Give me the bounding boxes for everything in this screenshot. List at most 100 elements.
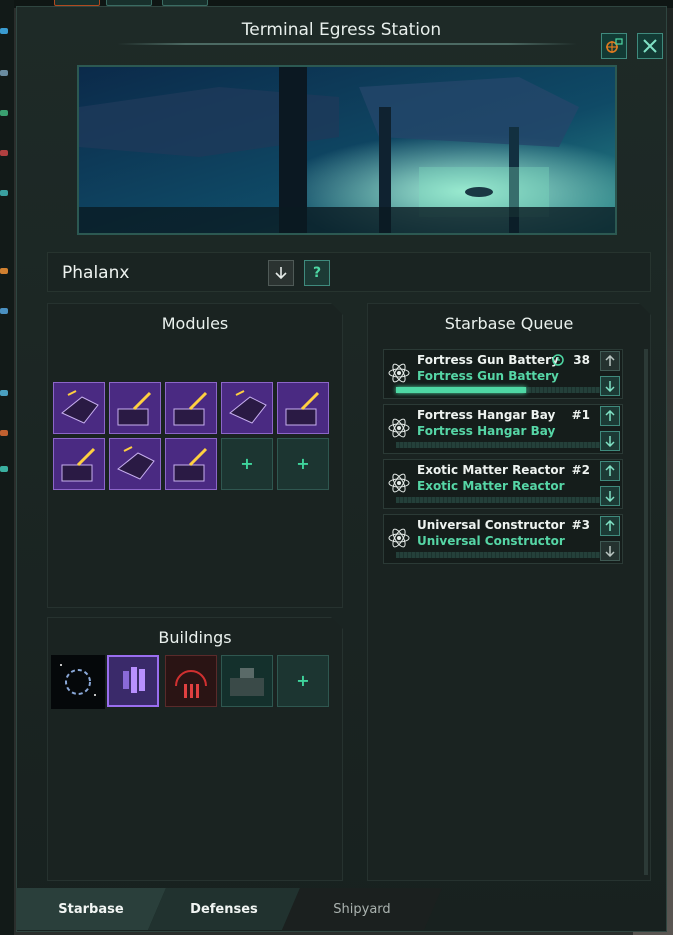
hangar-module-icon: [222, 383, 272, 433]
outliner-icon[interactable]: [0, 466, 8, 472]
modules-title: Modules: [161, 314, 229, 333]
outliner-icon[interactable]: [0, 28, 8, 34]
buildings-title: Buildings: [158, 628, 232, 647]
fleet-command-building-icon: [109, 657, 157, 705]
module-slot[interactable]: [165, 382, 217, 434]
hangar-module-icon: [110, 439, 160, 489]
add-building-icon: +: [296, 671, 310, 690]
starbase-banner-image: [77, 65, 617, 235]
left-outliner-strip: [0, 0, 14, 935]
move-down-button[interactable]: [600, 431, 620, 451]
module-slot[interactable]: [53, 382, 105, 434]
close-icon: [643, 39, 657, 53]
building-slot[interactable]: [221, 655, 273, 707]
gun-battery-module-icon: [110, 383, 160, 433]
atom-icon: [388, 472, 410, 494]
queue-progress-bar: [396, 497, 606, 503]
module-slot[interactable]: [109, 438, 161, 490]
empty-module-slot[interactable]: +: [221, 438, 273, 490]
arrow-up-icon: [605, 355, 615, 367]
queue-item-position: #2: [571, 463, 590, 477]
downgrade-button[interactable]: [268, 260, 294, 286]
add-module-icon: +: [296, 454, 310, 473]
move-down-button[interactable]: [600, 541, 620, 561]
building-slot[interactable]: [107, 655, 159, 707]
queue-item-position: #1: [571, 408, 590, 422]
tab-shipyard[interactable]: Shipyard: [282, 888, 442, 930]
queue-progress-bar: [396, 552, 606, 558]
module-slot[interactable]: [53, 438, 105, 490]
modules-panel: Modules + +: [47, 303, 343, 608]
gun-battery-module-icon: [166, 439, 216, 489]
queue-item-days: 38: [573, 353, 590, 367]
move-down-button[interactable]: [600, 376, 620, 396]
queue-item-name: Exotic Matter Reactor: [417, 463, 565, 477]
gun-battery-module-icon: [278, 383, 328, 433]
tab-starbase[interactable]: Starbase: [16, 888, 166, 930]
atom-icon: [388, 362, 410, 384]
help-button[interactable]: ?: [304, 260, 330, 286]
outliner-icon[interactable]: [0, 110, 8, 116]
arrow-down-icon: [605, 380, 615, 392]
queue-item-name: Fortress Gun Battery: [417, 353, 559, 367]
arrow-down-icon: [605, 545, 615, 557]
camera-target-icon: [606, 38, 623, 53]
gun-battery-module-icon: [54, 439, 104, 489]
outliner-icon[interactable]: [0, 190, 8, 196]
arrow-down-icon: [605, 490, 615, 502]
move-up-button[interactable]: [600, 406, 620, 426]
module-slot[interactable]: [277, 382, 329, 434]
building-slot[interactable]: [165, 655, 217, 707]
queue-item-name: Fortress Hangar Bay: [417, 408, 556, 422]
empty-building-slot[interactable]: +: [277, 655, 329, 707]
queue-progress-bar: [396, 442, 606, 448]
starbase-level-name: Phalanx: [62, 263, 130, 283]
clock-icon: [552, 354, 564, 366]
outliner-icon[interactable]: [0, 150, 8, 156]
starbase-queue-panel: Starbase Queue Fortress Gun Battery Fort…: [367, 303, 651, 881]
help-icon: ?: [312, 265, 322, 281]
atom-icon: [388, 527, 410, 549]
starbase-name-bar: Phalanx ?: [47, 252, 651, 292]
add-module-icon: +: [240, 454, 254, 473]
queue-item-subtitle: Fortress Hangar Bay: [417, 424, 556, 438]
arrow-down-icon: [275, 267, 287, 280]
starbase-window: Terminal Egress Station Phalanx ? Module…: [16, 6, 667, 932]
queue-item[interactable]: Fortress Gun Battery Fortress Gun Batter…: [383, 349, 623, 399]
atom-icon: [388, 417, 410, 439]
close-button[interactable]: [637, 33, 663, 59]
camera-button[interactable]: [601, 33, 627, 59]
arrow-up-icon: [605, 465, 615, 477]
queue-item-subtitle: Exotic Matter Reactor: [417, 479, 565, 493]
tab-defenses[interactable]: Defenses: [148, 888, 300, 930]
queue-progress-bar: [396, 387, 606, 393]
move-up-button[interactable]: [600, 516, 620, 536]
exotic-matter-building-icon: [51, 655, 105, 709]
empty-module-slot[interactable]: +: [277, 438, 329, 490]
constructor-yard-building-icon: [222, 656, 272, 706]
move-down-button[interactable]: [600, 486, 620, 506]
module-slot[interactable]: [221, 382, 273, 434]
outliner-icon[interactable]: [0, 390, 8, 396]
gun-battery-module-icon: [166, 383, 216, 433]
move-up-button[interactable]: [600, 351, 620, 371]
outliner-icon[interactable]: [0, 430, 8, 436]
outliner-icon[interactable]: [0, 268, 8, 274]
queue-title: Starbase Queue: [444, 314, 574, 333]
building-slot[interactable]: [51, 655, 105, 709]
hangar-module-icon: [54, 383, 104, 433]
queue-item[interactable]: Fortress Hangar Bay Fortress Hangar Bay …: [383, 404, 623, 454]
title-divider: [117, 43, 577, 45]
arrow-up-icon: [605, 410, 615, 422]
queue-scrollbar[interactable]: [644, 349, 648, 875]
queue-item[interactable]: Exotic Matter Reactor Exotic Matter Reac…: [383, 459, 623, 509]
move-up-button[interactable]: [600, 461, 620, 481]
queue-item-subtitle: Fortress Gun Battery: [417, 369, 559, 383]
window-title: Terminal Egress Station: [241, 20, 442, 40]
queue-item[interactable]: Universal Constructor Universal Construc…: [383, 514, 623, 564]
outliner-icon[interactable]: [0, 308, 8, 314]
outliner-icon[interactable]: [0, 70, 8, 76]
module-slot[interactable]: [109, 382, 161, 434]
module-slot[interactable]: [165, 438, 217, 490]
communications-array-building-icon: [166, 656, 216, 706]
